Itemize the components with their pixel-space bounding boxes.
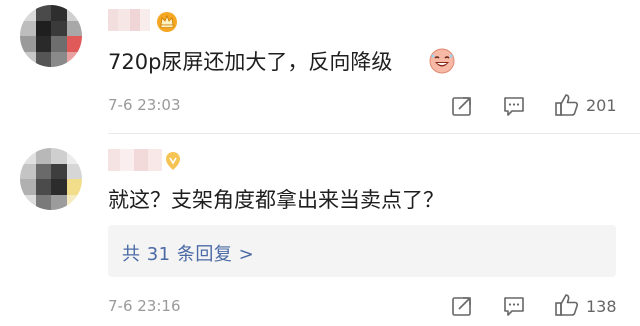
laughing-face-emoji bbox=[429, 48, 455, 74]
share-icon[interactable] bbox=[450, 294, 474, 318]
replies-box[interactable]: 共 31 条回复 > bbox=[108, 225, 616, 277]
username-blurred[interactable] bbox=[108, 149, 162, 171]
comment-icon[interactable] bbox=[502, 94, 526, 118]
share-icon[interactable] bbox=[450, 94, 474, 118]
comment-text-content: 就这？支架角度都拿出来当卖点了？ bbox=[108, 188, 444, 212]
avatar[interactable] bbox=[20, 5, 82, 67]
avatar[interactable] bbox=[20, 148, 82, 210]
like-count: 138 bbox=[586, 297, 617, 316]
comment-text-content: 720p尿屏还加大了，反向降级 bbox=[108, 50, 393, 74]
comment-time: 7-6 23:16 bbox=[108, 297, 181, 315]
comment-time: 7-6 23:03 bbox=[108, 96, 181, 114]
thumbs-up-icon[interactable] bbox=[554, 92, 580, 118]
crown-badge-icon bbox=[157, 12, 177, 32]
comment-divider bbox=[108, 133, 640, 134]
fan-badge-icon bbox=[166, 152, 180, 170]
comment-text: 就这？支架角度都拿出来当卖点了？ bbox=[108, 186, 444, 214]
view-replies-link[interactable]: 共 31 条回复 > bbox=[122, 240, 254, 266]
like-count: 201 bbox=[586, 96, 617, 115]
comment-text: 720p尿屏还加大了，反向降级 bbox=[108, 48, 392, 76]
username-blurred[interactable] bbox=[108, 9, 150, 31]
comment-icon[interactable] bbox=[502, 294, 526, 318]
thumbs-up-icon[interactable] bbox=[554, 292, 580, 318]
